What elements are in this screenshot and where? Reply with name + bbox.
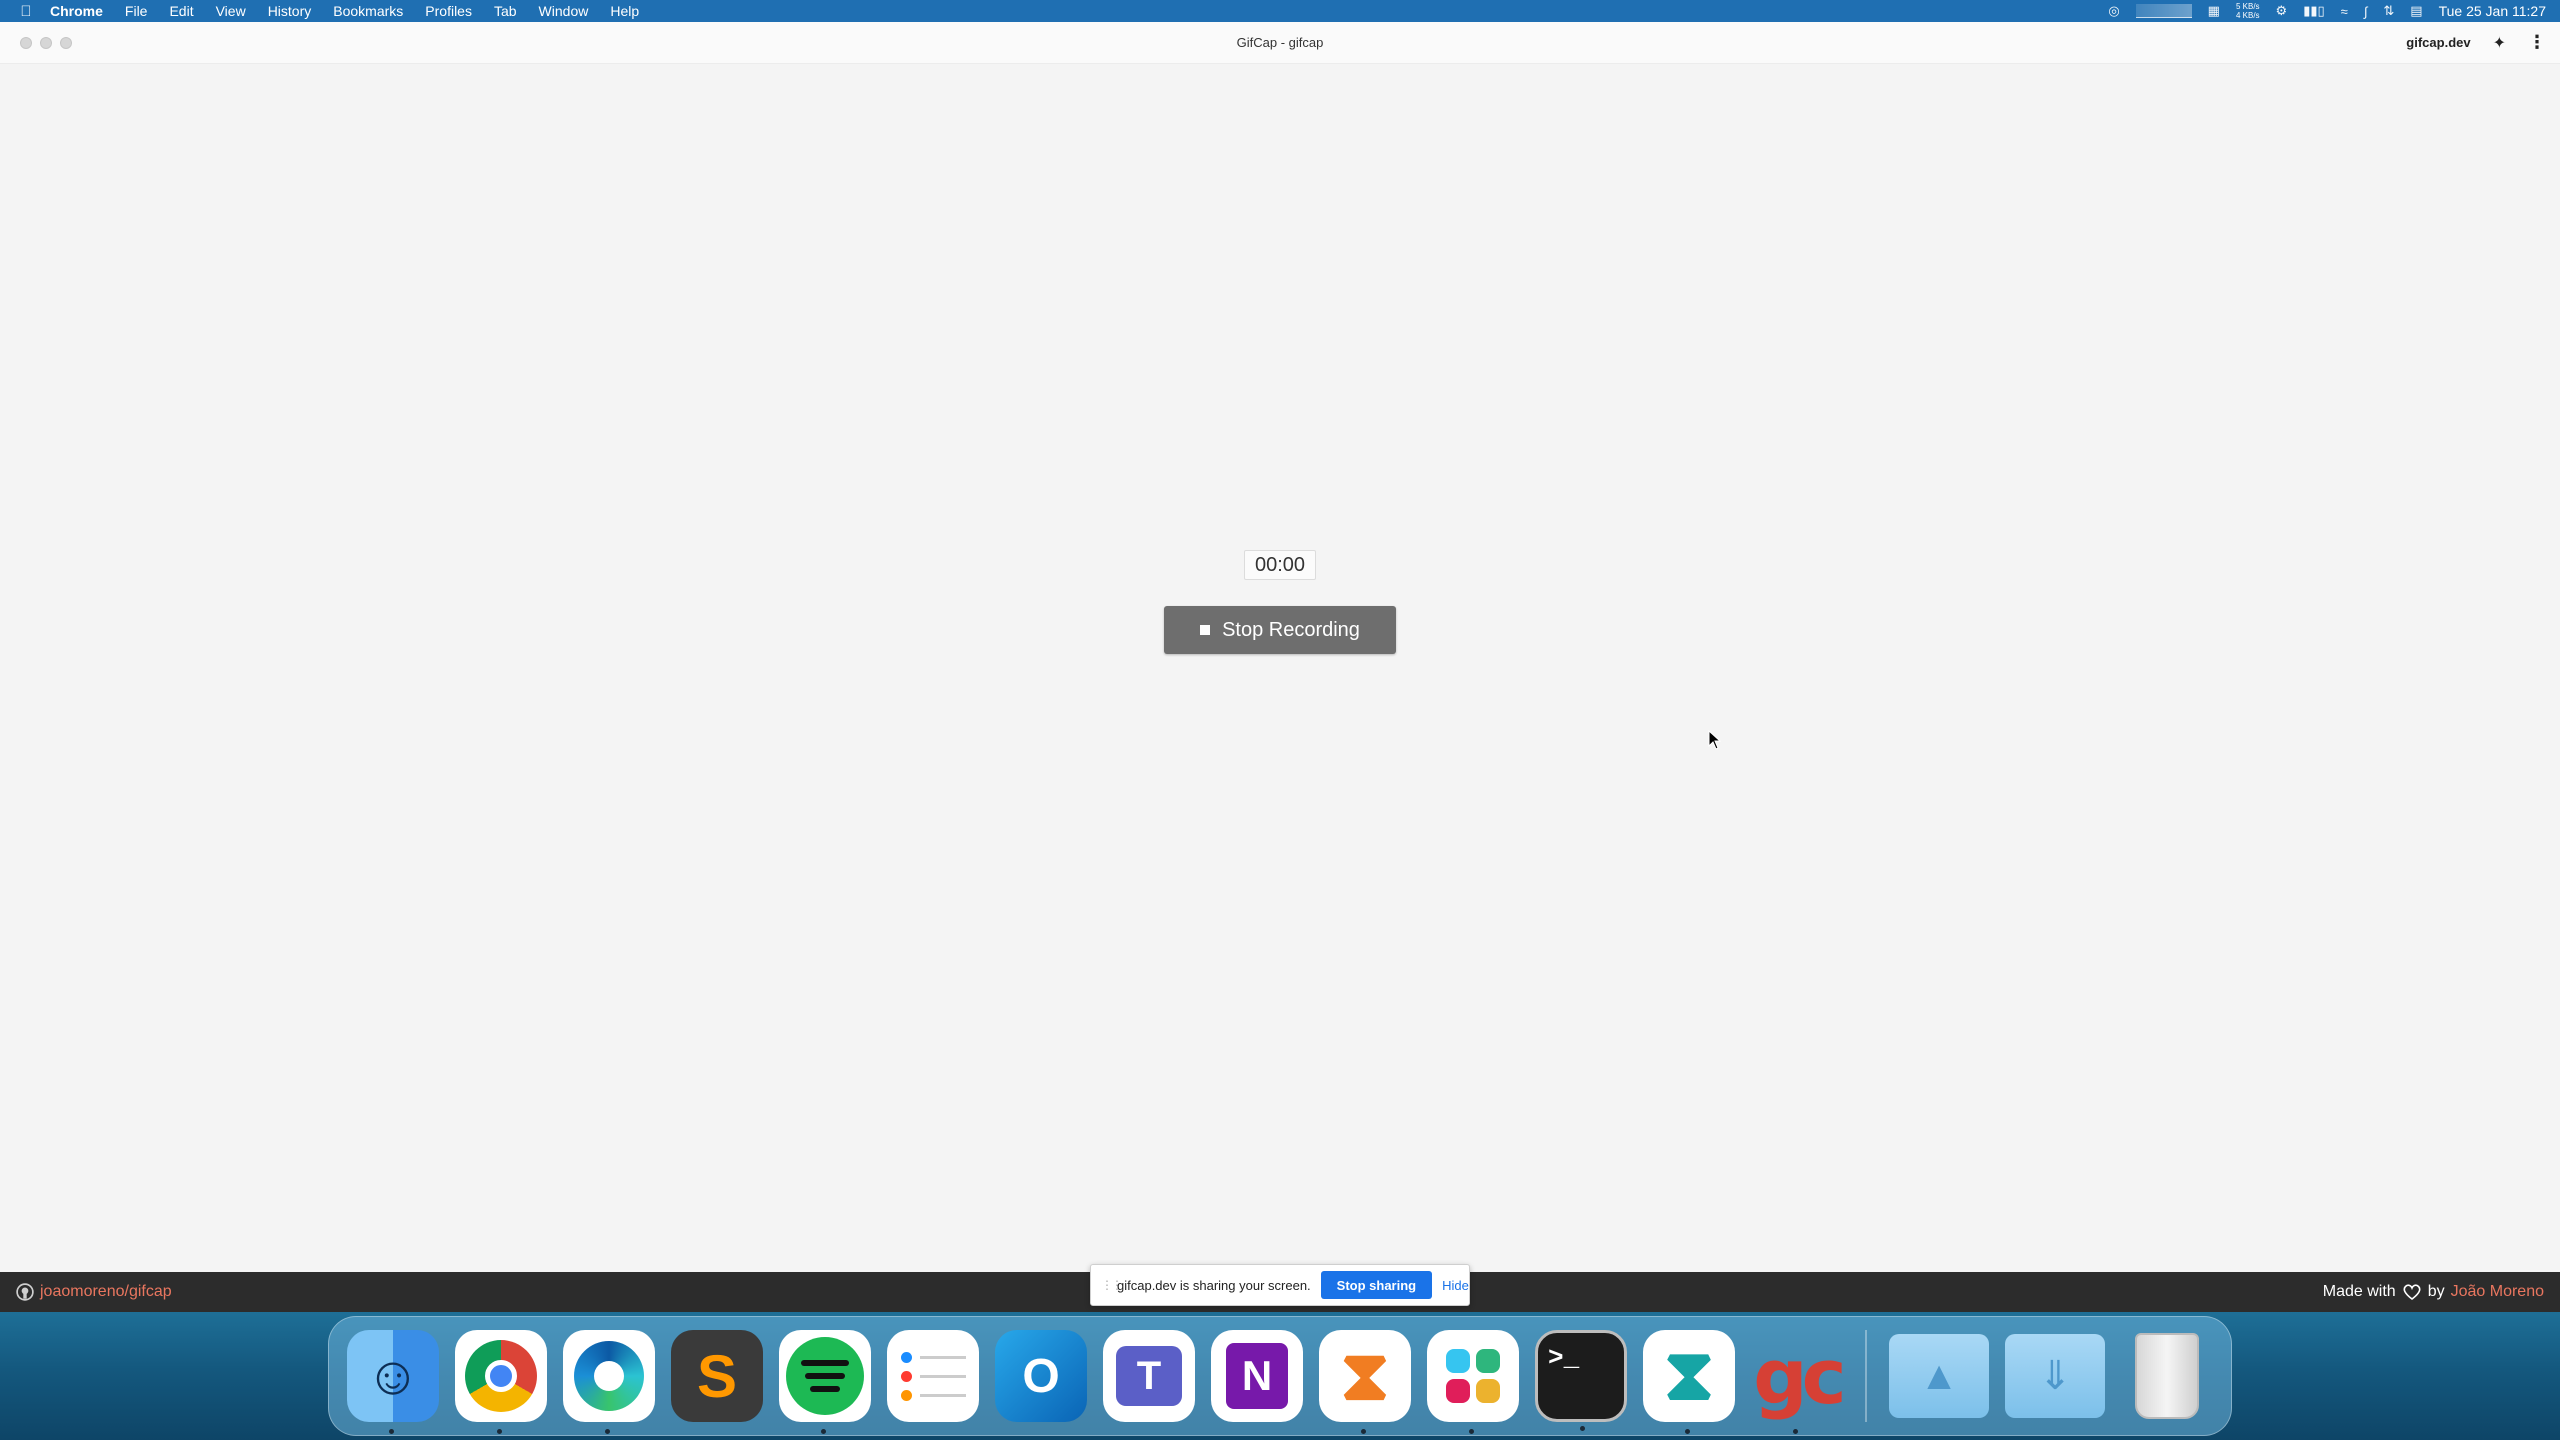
dock-finder-icon[interactable]: ☺ [347,1330,439,1434]
dock-gifcap-icon[interactable]: gc [1751,1330,1847,1434]
stop-square-icon [1200,625,1211,635]
dock-outlook-icon[interactable]: O [995,1330,1087,1422]
dock-terminal-icon[interactable]: >_ [1535,1330,1627,1431]
menu-history[interactable]: History [257,0,323,22]
window-title-bar: GifCap - gifcap gifcap.dev ✦ ⋮ [0,22,2560,64]
dock-downloads-folder-icon[interactable]: ⇓ [2005,1334,2105,1418]
battery-icon[interactable]: ▮▮▯ [2303,3,2324,19]
menu-edit[interactable]: Edit [158,0,204,22]
site-host[interactable]: gifcap.dev [2406,35,2470,50]
made-with-label: Made with [2322,1283,2396,1300]
vpn-globe-icon[interactable]: ◎ [2108,3,2119,19]
menu-bookmarks[interactable]: Bookmarks [322,0,414,22]
stop-recording-button[interactable]: Stop Recording [1164,606,1396,654]
dock-vscode-icon[interactable]: ⧗ [1643,1330,1735,1434]
heart-icon [2403,1284,2421,1301]
mouse-pointer-icon [1708,730,1722,750]
stop-sharing-button[interactable]: Stop sharing [1320,1271,1433,1299]
dock-spotify-icon[interactable] [779,1330,871,1434]
menu-profiles[interactable]: Profiles [414,0,483,22]
menu-tab[interactable]: Tab [483,0,528,22]
dock-applications-folder-icon[interactable]: ▲ [1889,1334,1989,1418]
dock-reminders-icon[interactable] [887,1330,979,1422]
dock-onenote-icon[interactable]: N [1211,1330,1303,1422]
recording-timer: 00:00 [1244,550,1316,580]
net-upload-speed: 5 KB/s [2235,2,2260,11]
github-icon [16,1283,34,1301]
minimize-window-button[interactable] [40,36,52,49]
close-window-button[interactable] [20,36,32,49]
network-speed-monitor[interactable]: 5 KB/s 4 KB/s [2236,2,2260,20]
dock-chrome-icon[interactable] [455,1330,547,1434]
dock-separator [1865,1330,1867,1422]
menu-app-chrome[interactable]: Chrome [44,0,114,22]
app-menu: Chrome File Edit View History Bookmarks … [44,0,650,22]
memory-monitor-icon[interactable]: ▦ [2208,3,2220,19]
github-repo-label: joaomoreno/gifcap [40,1283,172,1300]
gear-icon[interactable]: ⚙ [2276,3,2288,19]
dock: ☺ S O T N ⧗ >_ ⧗ gc ▲ ⇓ [328,1316,2232,1436]
apple-menu-icon[interactable]:  [8,3,44,20]
page-content [0,64,2560,1272]
author-link[interactable]: João Moreno [2451,1283,2544,1301]
dock-slack-icon[interactable] [1427,1330,1519,1434]
extensions-puzzle-icon[interactable]: ✦ [2493,33,2506,53]
maximize-window-button[interactable] [60,36,72,49]
menu-window[interactable]: Window [528,0,600,22]
dock-visual-studio-icon[interactable]: ⧗ [1319,1330,1411,1434]
menu-file[interactable]: File [114,0,159,22]
made-with-credit: Made with by João Moreno [2323,1283,2544,1301]
menu-view[interactable]: View [205,0,257,22]
clock[interactable]: Tue 25 Jan 11:27 [2439,3,2546,19]
status-menu-area: ◎ ▦ 5 KB/s 4 KB/s ⚙ ▮▮▯ ≈ ∫ ⇅ ▤ Tue 25 J… [2108,0,2560,22]
drag-handle-icon[interactable]: ⋮⋮ [1101,1278,1123,1292]
menu-help[interactable]: Help [599,0,650,22]
bluetooth-icon[interactable]: ∫ [2364,4,2368,19]
window-controls [20,36,72,49]
dock-teams-icon[interactable]: T [1103,1330,1195,1422]
dock-trash-icon[interactable] [2121,1330,2213,1422]
by-label: by [2427,1283,2445,1300]
network-transfer-icon[interactable]: ⇅ [2383,3,2394,19]
more-menu-icon[interactable]: ⋮ [2528,32,2546,53]
menu-bar:  Chrome File Edit View History Bookmark… [0,0,2560,22]
wifi-icon[interactable]: ≈ [2341,4,2348,19]
github-repo-link[interactable]: joaomoreno/gifcap [16,1283,172,1301]
screen-sharing-bar: ⋮⋮ gifcap.dev is sharing your screen. St… [1090,1264,1470,1306]
window-title: GifCap - gifcap [1236,35,1324,50]
cpu-graph-icon[interactable] [2135,4,2192,18]
window-toolbar-right: gifcap.dev ✦ ⋮ [2406,32,2560,53]
sharing-message: gifcap.dev is sharing your screen. [1117,1277,1311,1293]
dock-sublime-text-icon[interactable]: S [671,1330,763,1422]
hide-sharing-bar-button[interactable]: Hide [1442,1278,1469,1293]
dock-edge-icon[interactable] [563,1330,655,1434]
stop-recording-label: Stop Recording [1222,618,1360,641]
net-download-speed: 4 KB/s [2235,11,2260,20]
control-center-icon[interactable]: ▤ [2410,3,2422,19]
